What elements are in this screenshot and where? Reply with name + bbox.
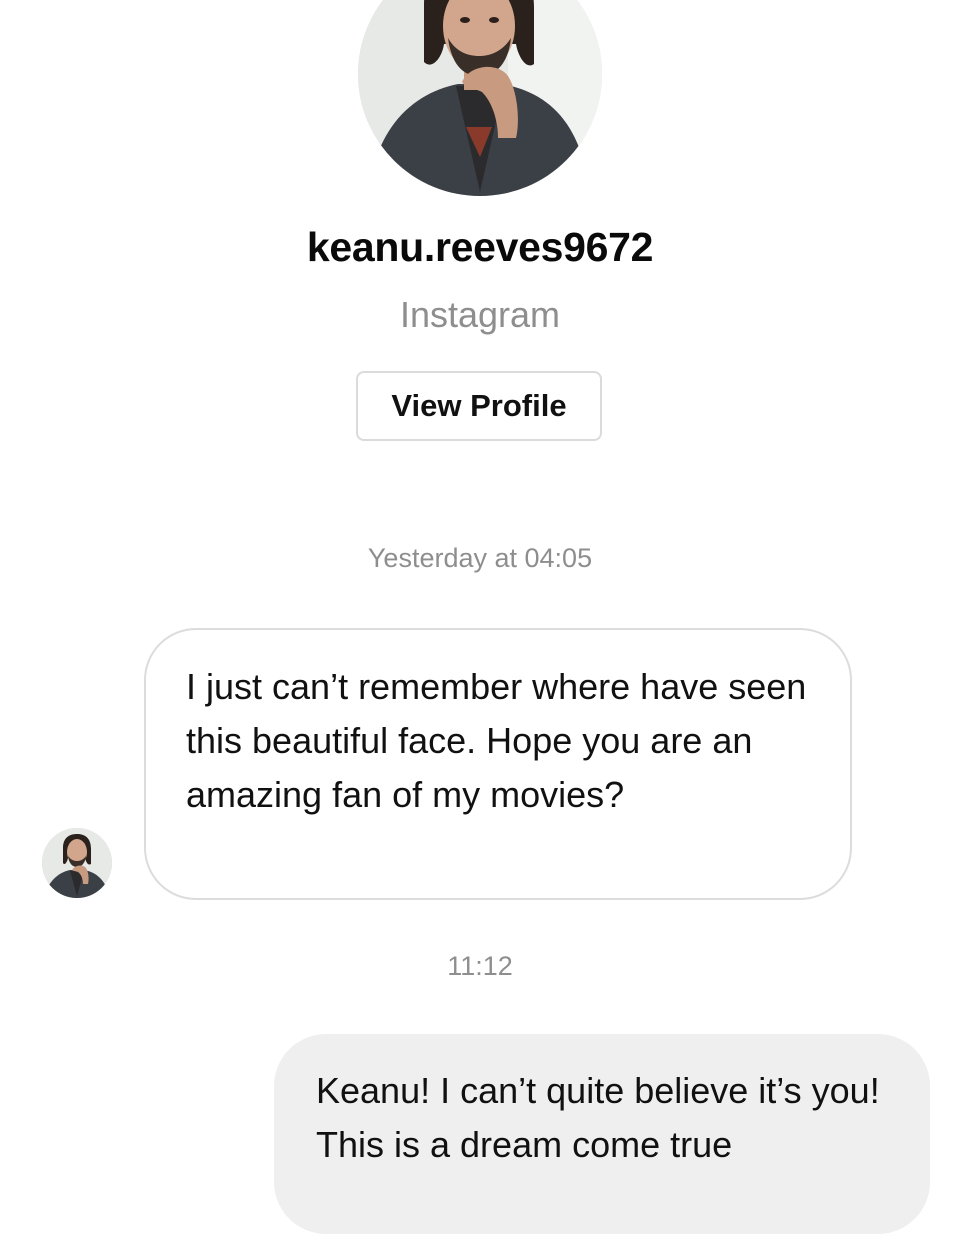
profile-username: keanu.reeves9672 bbox=[306, 224, 654, 270]
profile-avatar[interactable] bbox=[358, 0, 602, 196]
received-message-bubble[interactable]: I just can’t remember where have seen th… bbox=[144, 628, 852, 900]
profile-photo-icon bbox=[358, 0, 602, 196]
message-text: I just can’t remember where have seen th… bbox=[186, 666, 807, 815]
sender-avatar[interactable] bbox=[42, 828, 112, 898]
message-timestamp: 11:12 bbox=[447, 951, 513, 981]
profile-platform-label: Instagram bbox=[399, 294, 561, 335]
sent-message-bubble[interactable]: Keanu! I can’t quite believe it’s you! T… bbox=[274, 1034, 930, 1234]
view-profile-button[interactable]: View Profile bbox=[356, 371, 602, 441]
message-text: Keanu! I can’t quite believe it’s you! T… bbox=[316, 1070, 880, 1165]
profile-photo-icon bbox=[42, 828, 112, 898]
message-timestamp: Yesterday at 04:05 bbox=[367, 543, 593, 573]
